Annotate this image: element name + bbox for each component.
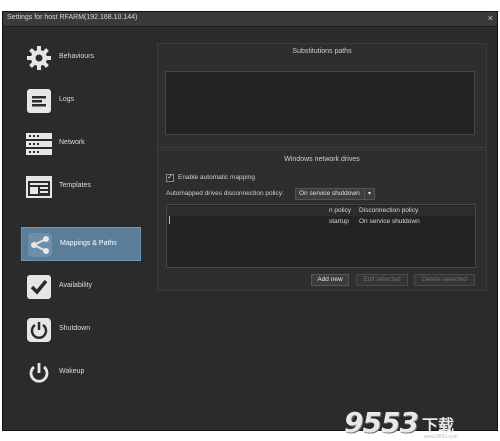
policy-dropdown-value: On service shutdown bbox=[299, 190, 360, 197]
network-drives-panel: Windows network drives ✓ Enable automati… bbox=[157, 149, 487, 291]
sidebar-item-label: Shutdown bbox=[59, 325, 91, 332]
enable-mapping-label: Enable automatic mapping bbox=[178, 174, 255, 181]
watermark-url: www.9553.com bbox=[424, 434, 458, 440]
sidebar-item-templates[interactable]: Templates bbox=[21, 170, 141, 204]
watermark-text: 下载 bbox=[422, 418, 455, 435]
policy-dropdown[interactable]: On service shutdown ▾ bbox=[295, 188, 375, 200]
table-cell-key: n policy bbox=[329, 207, 352, 214]
substitutions-list[interactable] bbox=[165, 71, 475, 135]
substitutions-panel: Substitutions paths bbox=[157, 43, 487, 148]
table-cell-value: Disconnection policy bbox=[359, 207, 419, 214]
substitutions-title: Substitutions paths bbox=[292, 48, 352, 55]
close-icon[interactable]: × bbox=[488, 13, 493, 24]
sidebar-item-label: Availability bbox=[59, 282, 92, 289]
sidebar-item-wakeup[interactable]: Wakeup bbox=[21, 356, 141, 390]
checkmark-icon bbox=[27, 275, 51, 299]
power-icon bbox=[27, 318, 51, 342]
window-title: Settings for host RFARM(192.168.10.144) bbox=[7, 14, 138, 21]
sidebar-item-logs[interactable]: Logs bbox=[21, 84, 141, 118]
network-drives-title: Windows network drives bbox=[284, 156, 360, 163]
sidebar-item-label: Templates bbox=[59, 182, 91, 189]
template-icon bbox=[26, 176, 52, 198]
sidebar-item-mappings-paths[interactable]: Mappings & Paths bbox=[21, 227, 141, 261]
sidebar-item-behaviours[interactable]: Behaviours bbox=[21, 41, 141, 75]
add-new-button[interactable]: Add new bbox=[311, 274, 349, 286]
watermark-logo: 9553 下载 www.9553.com bbox=[344, 406, 494, 440]
share-icon bbox=[28, 233, 52, 257]
network-icon bbox=[26, 133, 52, 155]
sidebar-item-label: Logs bbox=[59, 96, 75, 103]
sidebar-item-label: Network bbox=[59, 139, 85, 146]
table-row[interactable]: n policy Disconnection policy bbox=[167, 206, 475, 216]
log-icon bbox=[27, 89, 51, 113]
wakeup-icon bbox=[29, 363, 49, 383]
sidebar-item-label: Behaviours bbox=[59, 53, 95, 60]
chevron-down-icon: ▾ bbox=[364, 189, 374, 199]
enable-mapping-checkbox[interactable]: ✓ bbox=[166, 174, 174, 182]
watermark-number: 9553 bbox=[344, 406, 419, 439]
sidebar-item-network[interactable]: Network bbox=[21, 127, 141, 161]
title-bar[interactable]: Settings for host RFARM(192.168.10.144) … bbox=[3, 12, 497, 27]
sidebar-item-label: Mappings & Paths bbox=[60, 240, 117, 247]
table-cell-key: startup bbox=[329, 218, 349, 225]
drives-table[interactable]: n policy Disconnection policy startup On… bbox=[166, 204, 476, 268]
table-row[interactable]: startup On service shutdown bbox=[167, 217, 475, 227]
edit-selected-button[interactable]: Edit selected bbox=[356, 274, 408, 286]
table-cell-value: On service shutdown bbox=[359, 218, 420, 225]
sidebar-item-availability[interactable]: Availability bbox=[21, 270, 141, 304]
policy-label: Automapped drives disconnection policy: bbox=[166, 190, 284, 197]
sidebar-item-shutdown[interactable]: Shutdown bbox=[21, 313, 141, 347]
sidebar-item-label: Wakeup bbox=[59, 368, 85, 375]
gear-icon bbox=[27, 46, 51, 70]
delete-selected-button[interactable]: Delete selected bbox=[414, 274, 475, 286]
settings-window: Settings for host RFARM(192.168.10.144) … bbox=[2, 11, 498, 431]
